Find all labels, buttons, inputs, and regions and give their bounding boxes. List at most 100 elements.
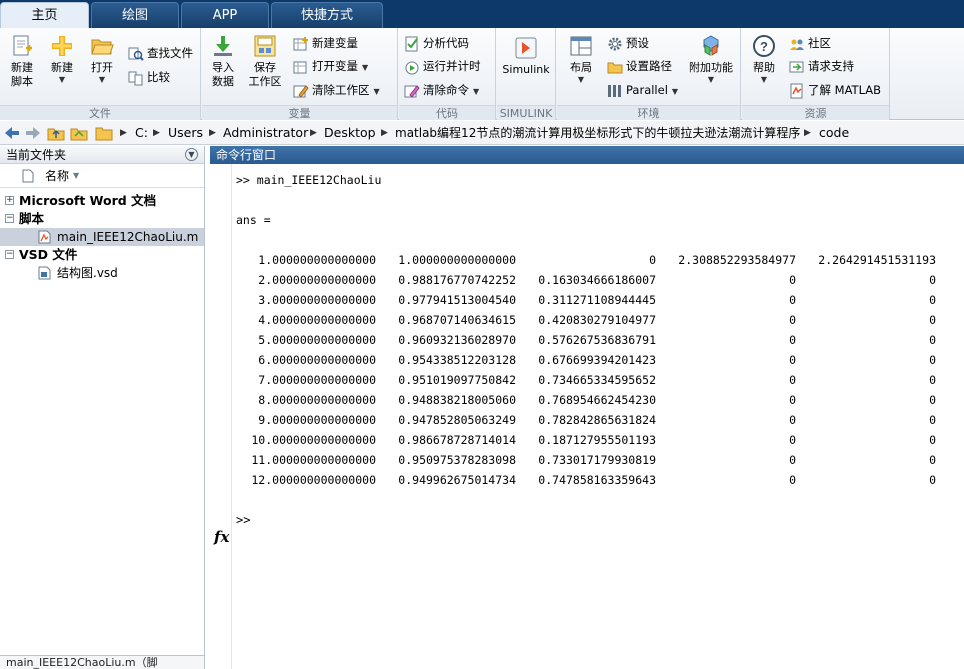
find-files-button[interactable]: 查找文件 (128, 43, 193, 63)
addons-button[interactable]: 附加功能 ▼ (685, 34, 737, 85)
new-button[interactable]: 新建 ▼ (44, 34, 80, 85)
learn-matlab-button[interactable]: 了解 MATLAB (789, 80, 881, 100)
community-button[interactable]: 社区 (789, 33, 831, 53)
new-dropdown-icon[interactable]: ▼ (44, 75, 80, 85)
ans-label: ans = (236, 213, 271, 227)
clear-commands-button[interactable]: 清除命令 ▼ (404, 80, 479, 100)
tab-apps[interactable]: APP (181, 2, 269, 28)
matrix-cell: 1.000000000000000 (398, 253, 516, 267)
learn-matlab-label: 了解 MATLAB (808, 83, 882, 97)
set-path-button[interactable]: 设置路径 (607, 56, 672, 76)
help-dropdown-icon[interactable]: ▼ (746, 75, 782, 85)
matrix-cell: 0 (929, 353, 936, 367)
help-label: 帮助 (753, 61, 775, 74)
simulink-button[interactable]: Simulink (501, 36, 551, 77)
new-script-icon (13, 35, 32, 56)
forward-arrow-icon[interactable] (24, 124, 42, 142)
collapse-icon[interactable]: − (5, 214, 14, 223)
file-main-ieee12[interactable]: main_IEEE12ChaoLiu.m (0, 228, 204, 246)
open-button[interactable]: 打开 ▼ (84, 34, 120, 85)
tab-plots[interactable]: 绘图 (91, 2, 179, 28)
svg-text:?: ? (760, 39, 768, 54)
current-folder-title: 当前文件夹 (6, 148, 67, 162)
parallel-dropdown-icon[interactable]: ▼ (672, 87, 678, 96)
matrix-cell: 0 (929, 373, 936, 387)
layout-dropdown-icon[interactable]: ▼ (563, 75, 599, 85)
current-folder-panel: 当前文件夹 ▼ 名称 ▼ + Microsoft Word 文档 − 脚本 ma… (0, 146, 205, 669)
matrix-cell: 0.949962675014734 (398, 473, 516, 487)
crumb-users[interactable]: Users (168, 125, 203, 141)
clear-workspace-button[interactable]: 清除工作区 ▼ (293, 80, 380, 100)
group-scripts[interactable]: − 脚本 (0, 210, 204, 228)
save-workspace-button[interactable]: 保存 工作区 (246, 34, 284, 89)
addons-dropdown-icon[interactable]: ▼ (685, 75, 737, 85)
function-browser-icon[interactable]: fx (214, 528, 229, 546)
matrix-cell: 0 (789, 453, 796, 467)
crumb-administrator[interactable]: Administrator (223, 125, 308, 141)
new-label: 新建 (51, 61, 73, 74)
open-variable-dropdown-icon[interactable]: ▼ (362, 63, 368, 72)
import-label-2: 数据 (212, 75, 234, 88)
open-label: 打开 (91, 61, 113, 74)
parallel-button[interactable]: Parallel ▼ (607, 80, 678, 100)
name-column-header[interactable]: 名称 ▼ (0, 164, 204, 188)
browse-folder-icon[interactable] (70, 124, 88, 142)
tab-home[interactable]: 主页 (0, 2, 89, 28)
up-folder-icon[interactable] (47, 124, 65, 142)
crumb-desktop[interactable]: Desktop (324, 125, 376, 141)
open-variable-icon (293, 61, 307, 73)
simulink-icon (515, 37, 537, 59)
back-arrow-icon[interactable] (3, 124, 21, 142)
name-column-label: 名称 (45, 169, 70, 183)
tab-shortcuts[interactable]: 快捷方式 (271, 2, 383, 28)
crumb-drive[interactable]: C: (135, 125, 148, 141)
matrix-cell: 0 (929, 313, 936, 327)
file-group-label: 文件 (0, 105, 200, 120)
clear-workspace-icon (293, 84, 309, 98)
file-structure-vsd[interactable]: 结构图.vsd (0, 264, 204, 282)
crumb-project-folder[interactable]: matlab编程12节点的潮流计算用极坐标形式下的牛顿拉夫逊法潮流计算程序 (395, 125, 800, 141)
run-and-time-button[interactable]: 运行并计时 (404, 56, 481, 76)
matrix-cell: 0.988176770742252 (398, 273, 516, 287)
run-and-time-label: 运行并计时 (423, 59, 481, 73)
crumb-separator-icon: ▶ (209, 128, 216, 138)
matrix-cell: 2.000000000000000 (258, 273, 376, 287)
matrix-cell: 2.308852293584977 (678, 253, 796, 267)
variable-group-label: 变量 (202, 105, 397, 120)
addons-label: 附加功能 (689, 61, 733, 74)
compare-button[interactable]: 比较 (128, 67, 170, 87)
matrix-cell: 0.163034666186007 (538, 273, 656, 287)
new-variable-button[interactable]: 新建变量 (293, 33, 358, 53)
matrix-cell: 8.000000000000000 (258, 393, 376, 407)
clear-workspace-dropdown-icon[interactable]: ▼ (374, 87, 380, 96)
expand-icon[interactable]: + (5, 196, 14, 205)
layout-button[interactable]: 布局 ▼ (563, 34, 599, 85)
new-plus-icon (52, 36, 72, 56)
new-script-button[interactable]: 新建 脚本 (4, 34, 40, 89)
crumb-code[interactable]: code (819, 125, 849, 141)
panel-menu-icon[interactable]: ▼ (185, 148, 198, 161)
command-window-header: 命令行窗口 (210, 146, 964, 164)
collapse-icon[interactable]: − (5, 250, 14, 259)
open-variable-button[interactable]: 打开变量 ▼ (293, 56, 368, 76)
help-icon: ? (753, 35, 775, 57)
environment-group-label: 环境 (557, 105, 740, 120)
analyze-code-button[interactable]: 分析代码 (404, 33, 469, 53)
open-dropdown-icon[interactable]: ▼ (84, 75, 120, 85)
help-button[interactable]: ? 帮助 ▼ (746, 34, 782, 85)
crumb-separator-icon: ▶ (310, 128, 317, 138)
preferences-button[interactable]: 预设 (607, 33, 649, 53)
tab-bar: 主页 绘图 APP 快捷方式 (0, 0, 964, 28)
command-gutter: fx (210, 164, 232, 669)
matrix-cell: 0 (789, 373, 796, 387)
group-word-docs[interactable]: + Microsoft Word 文档 (0, 192, 204, 210)
run-and-time-icon (405, 61, 419, 74)
command-prompt[interactable]: >> (236, 510, 250, 530)
import-data-button[interactable]: 导入 数据 (205, 34, 241, 89)
group-vsd-files[interactable]: − VSD 文件 (0, 246, 204, 264)
request-support-button[interactable]: 请求支持 (789, 56, 854, 76)
clear-commands-dropdown-icon[interactable]: ▼ (473, 87, 479, 96)
matrix-cell: 7.000000000000000 (258, 373, 376, 387)
command-window[interactable]: 命令行窗口 fx >> main_IEEE12ChaoLiu ans = 1.0… (210, 146, 964, 669)
folder-icon (95, 127, 113, 141)
